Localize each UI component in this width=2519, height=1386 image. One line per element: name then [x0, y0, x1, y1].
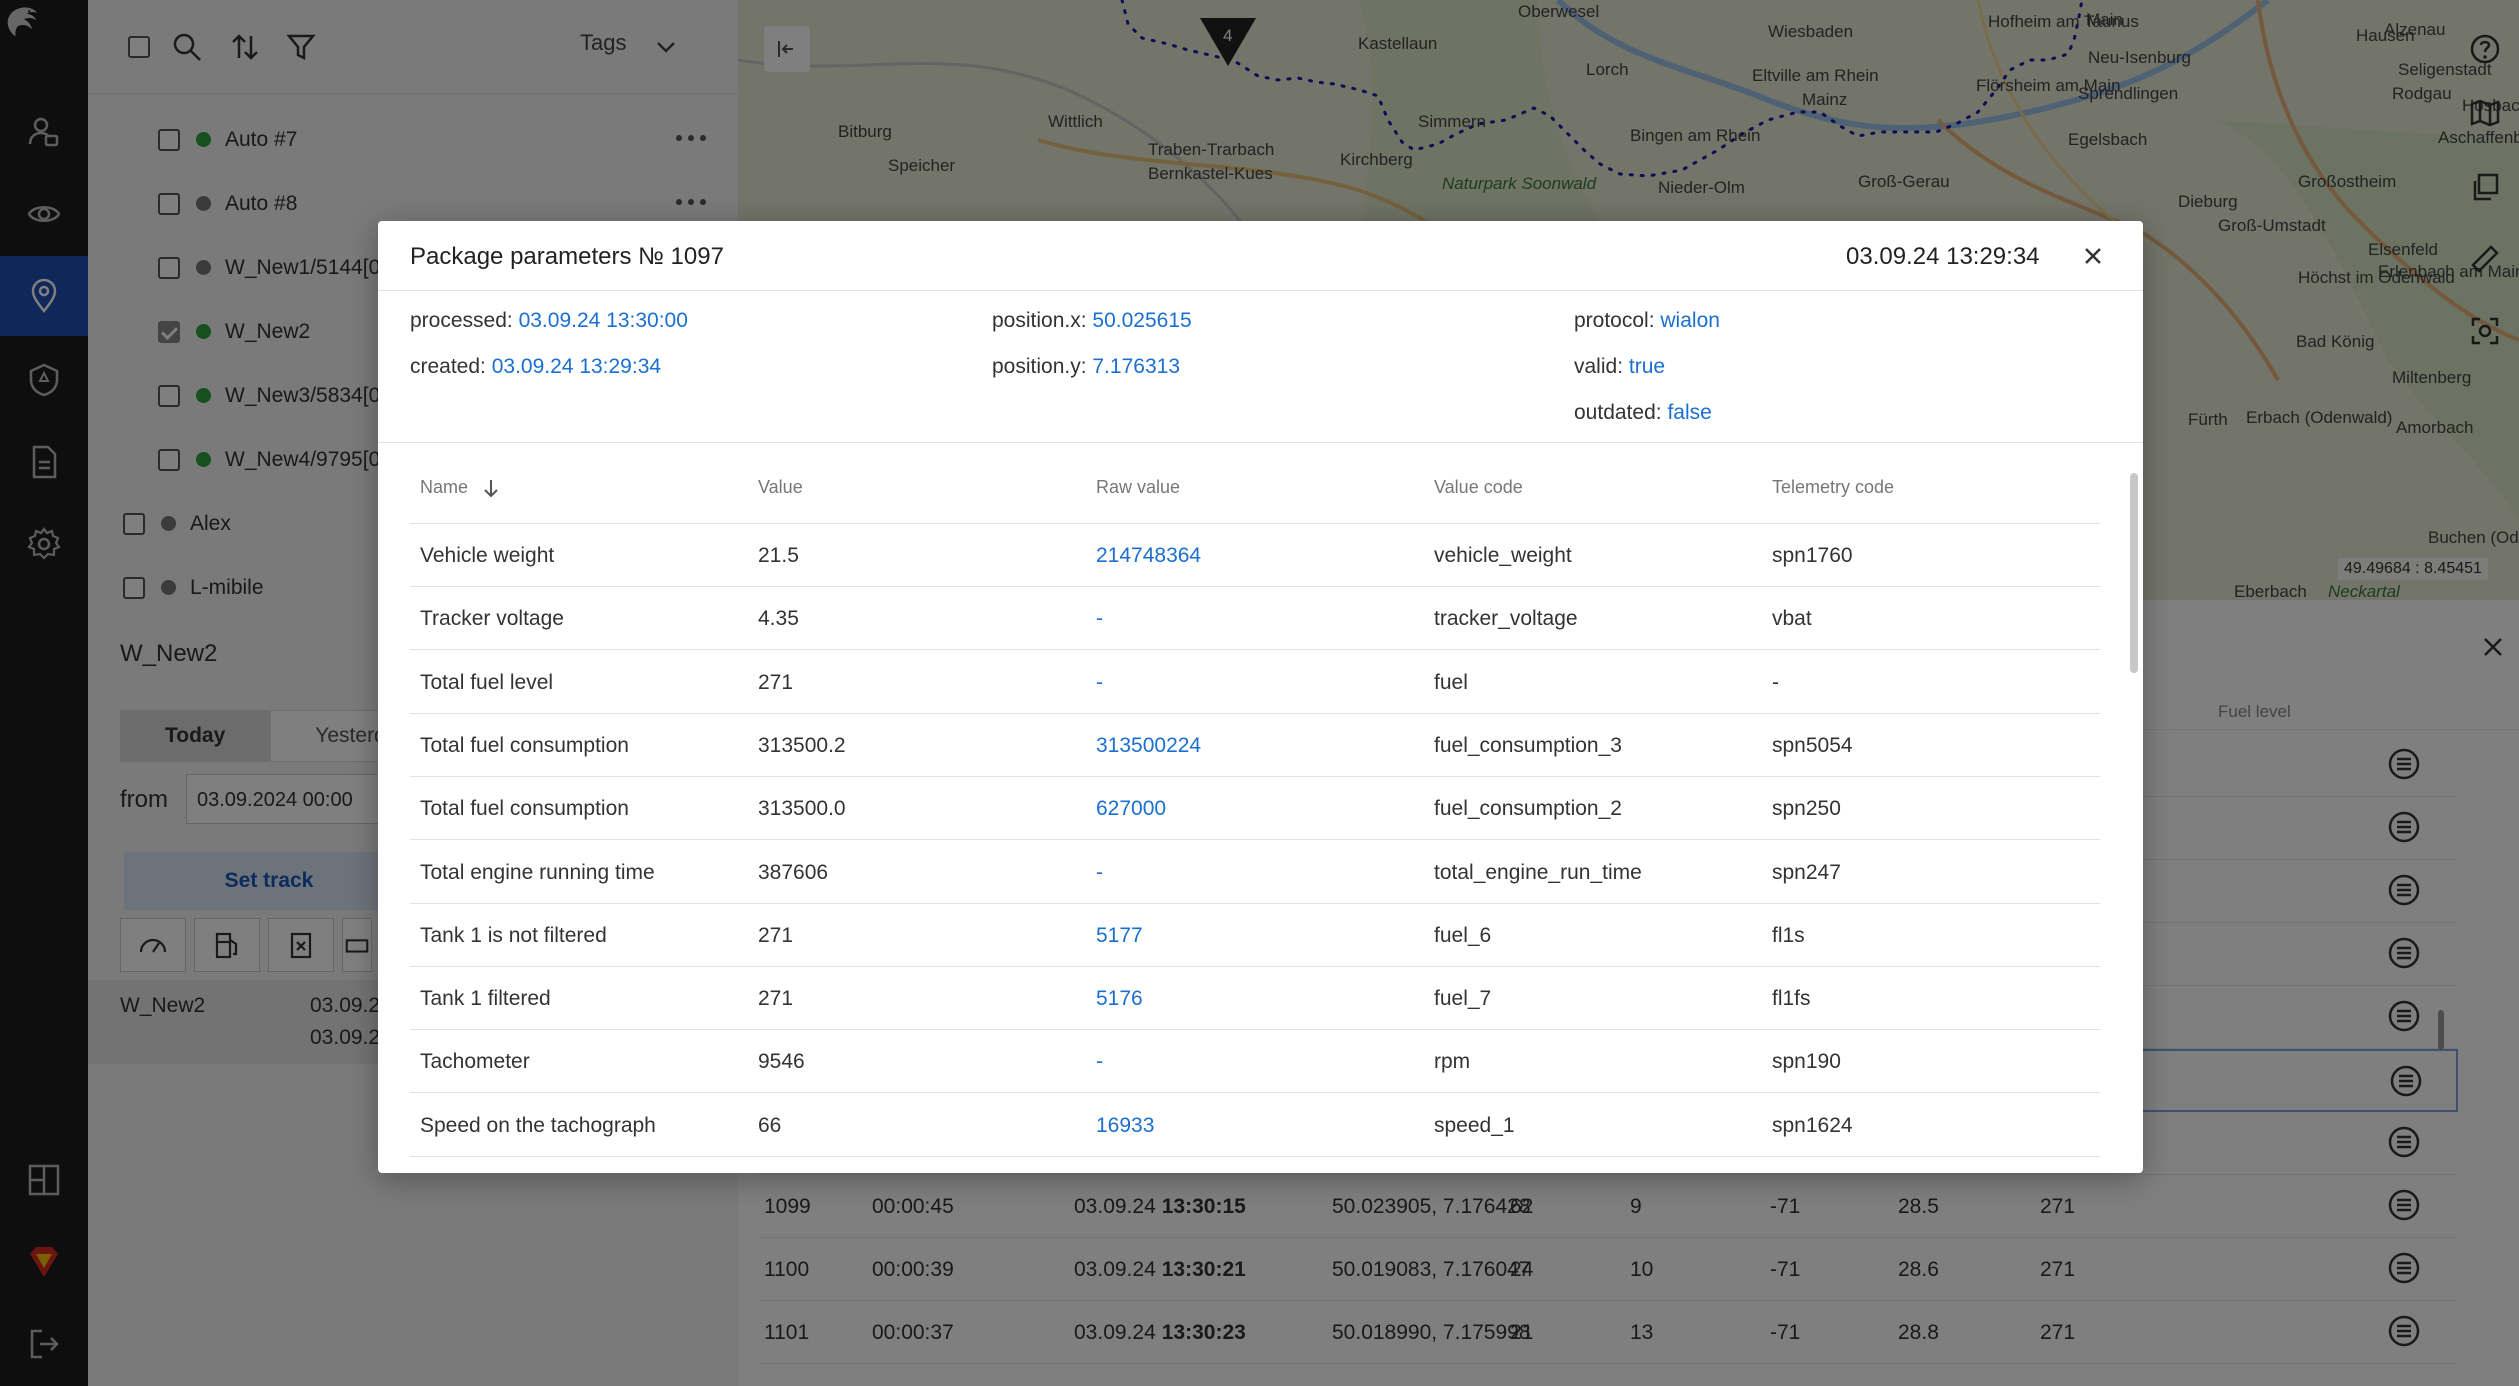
- dialog-scrollbar[interactable]: [2130, 473, 2138, 1173]
- param-telemetry-code: fl1fs: [1772, 987, 1811, 1011]
- param-value-code: tracker_voltage: [1434, 607, 1578, 631]
- meta-processed: processed: 03.09.24 13:30:00: [410, 309, 688, 332]
- param-raw-value[interactable]: 214748364: [1096, 544, 1201, 568]
- col-header-telemetry-code[interactable]: Telemetry code: [1772, 477, 1894, 498]
- position-x-value: 50.025615: [1092, 309, 1192, 332]
- param-raw-value[interactable]: 5177: [1096, 924, 1143, 948]
- param-value-code: rpm: [1434, 1050, 1471, 1074]
- param-raw-value[interactable]: -: [1096, 607, 1103, 631]
- param-telemetry-code: spn190: [1772, 1050, 1841, 1074]
- param-value-code: fuel_6: [1434, 923, 1492, 947]
- param-value-code: total_engine_run_time: [1434, 860, 1642, 884]
- param-raw-value[interactable]: 313500224: [1096, 734, 1201, 758]
- parameter-row[interactable]: Vehicle weight 21.5 214748364 vehicle_weigh…: [410, 524, 2100, 587]
- param-name: Total fuel consumption: [420, 733, 629, 757]
- col-header-raw-value[interactable]: Raw value: [1096, 477, 1180, 498]
- param-telemetry-code: vbat: [1772, 607, 1812, 631]
- dialog-scrollbar-thumb[interactable]: [2130, 473, 2138, 673]
- param-telemetry-code: fl1s: [1772, 923, 1805, 947]
- param-value-code: fuel_7: [1434, 987, 1492, 1011]
- param-name: Tachometer: [420, 1050, 530, 1074]
- param-value: 271: [758, 987, 794, 1011]
- param-value: 313500.0: [758, 797, 846, 821]
- dialog-date: 03.09.24 13:29:34: [1846, 243, 2040, 270]
- outdated-value: false: [1667, 401, 1712, 424]
- param-name: Vehicle weight: [420, 544, 555, 567]
- param-value-code: speed_1: [1434, 1113, 1515, 1137]
- param-raw-value[interactable]: -: [1096, 861, 1103, 885]
- param-name: Total fuel consumption: [420, 797, 629, 821]
- param-telemetry-code: spn250: [1772, 797, 1841, 821]
- package-parameters-dialog: Package parameters № 1097 03.09.24 13:29…: [378, 221, 2143, 1173]
- sort-arrow-down-icon[interactable]: [480, 477, 502, 499]
- position-y-value: 7.176313: [1092, 355, 1180, 378]
- param-telemetry-code: spn247: [1772, 860, 1841, 884]
- parameter-row[interactable]: Total engine running time 387606 - total_en…: [410, 841, 2100, 904]
- param-value-code: fuel_consumption_2: [1434, 797, 1622, 821]
- param-raw-value[interactable]: -: [1096, 1050, 1103, 1074]
- parameter-row[interactable]: Tachometer 9546 - rpm spn190: [410, 1030, 2100, 1094]
- param-raw-value[interactable]: 16933: [1096, 1114, 1154, 1138]
- meta-position-y: position.y: 7.176313: [992, 355, 1180, 378]
- param-value: 9546: [758, 1050, 805, 1074]
- param-name: Speed on the tachograph: [420, 1113, 656, 1137]
- dialog-header: Package parameters № 1097 03.09.24 13:29…: [378, 221, 2143, 291]
- param-value: 66: [758, 1113, 782, 1137]
- package-meta: processed: 03.09.24 13:30:00 created: 03…: [378, 291, 2143, 443]
- parameter-row[interactable]: Total fuel consumption 313500.0 627000 fuel…: [410, 777, 2100, 841]
- meta-outdated: outdated: false: [1574, 401, 1712, 424]
- close-icon[interactable]: [2078, 241, 2108, 271]
- param-name: Total fuel level: [420, 670, 554, 694]
- param-name: Tank 1 is not filtered: [420, 923, 607, 947]
- valid-value: true: [1628, 355, 1666, 378]
- param-name: Total engine running time: [420, 860, 655, 884]
- parameter-row[interactable]: Tank 1 is not filtered 271 5177 fuel_6 fl1s: [410, 904, 2100, 967]
- param-raw-value[interactable]: 5176: [1096, 987, 1143, 1011]
- col-header-name[interactable]: Name: [420, 477, 468, 498]
- param-value: 387606: [758, 860, 829, 884]
- param-raw-value[interactable]: 627000: [1096, 797, 1166, 821]
- meta-valid: valid: true: [1574, 355, 1666, 378]
- param-raw-value[interactable]: -: [1096, 671, 1103, 695]
- param-telemetry-code: spn1624: [1772, 1113, 1853, 1137]
- param-value: 21.5: [758, 544, 799, 567]
- created-value: 03.09.24 13:29:34: [491, 355, 662, 378]
- param-value: 313500.2: [758, 733, 846, 757]
- processed-value: 03.09.24 13:30:00: [518, 309, 688, 332]
- param-name: Tracker voltage: [420, 607, 564, 631]
- parameter-row[interactable]: Tank 1 filtered 271 5176 fuel_7 fl1fs: [410, 967, 2100, 1031]
- param-value-code: fuel: [1434, 670, 1468, 694]
- parameter-row[interactable]: Total fuel consumption 313500.2 313500224 f…: [410, 714, 2100, 777]
- parameters-table-header: Name Value Raw value Value code Telemetr…: [410, 443, 2100, 524]
- param-value-code: fuel_consumption_3: [1434, 733, 1622, 757]
- parameter-row[interactable]: Total fuel level 271 - fuel -: [410, 651, 2100, 714]
- meta-protocol: protocol: wialon: [1574, 309, 1720, 332]
- param-telemetry-code: -: [1772, 670, 1779, 694]
- col-header-value-code[interactable]: Value code: [1434, 477, 1523, 498]
- parameter-row[interactable]: Tracker voltage 4.35 - tracker_voltage vbat: [410, 587, 2100, 651]
- param-value: 271: [758, 923, 794, 947]
- dialog-title: Package parameters № 1097: [410, 243, 724, 270]
- param-value-code: vehicle_weight: [1434, 544, 1572, 567]
- param-value: 271: [758, 670, 794, 694]
- meta-position-x: position.x: 50.025615: [992, 309, 1192, 332]
- param-telemetry-code: spn5054: [1772, 733, 1853, 757]
- param-value: 4.35: [758, 607, 799, 631]
- param-telemetry-code: spn1760: [1772, 544, 1853, 567]
- parameter-row[interactable]: Speed on the tachograph 66 16933 speed_1 spn…: [410, 1094, 2100, 1157]
- protocol-value: wialon: [1660, 309, 1720, 332]
- meta-created: created: 03.09.24 13:29:34: [410, 355, 662, 378]
- col-header-value[interactable]: Value: [758, 477, 803, 498]
- param-name: Tank 1 filtered: [420, 987, 551, 1011]
